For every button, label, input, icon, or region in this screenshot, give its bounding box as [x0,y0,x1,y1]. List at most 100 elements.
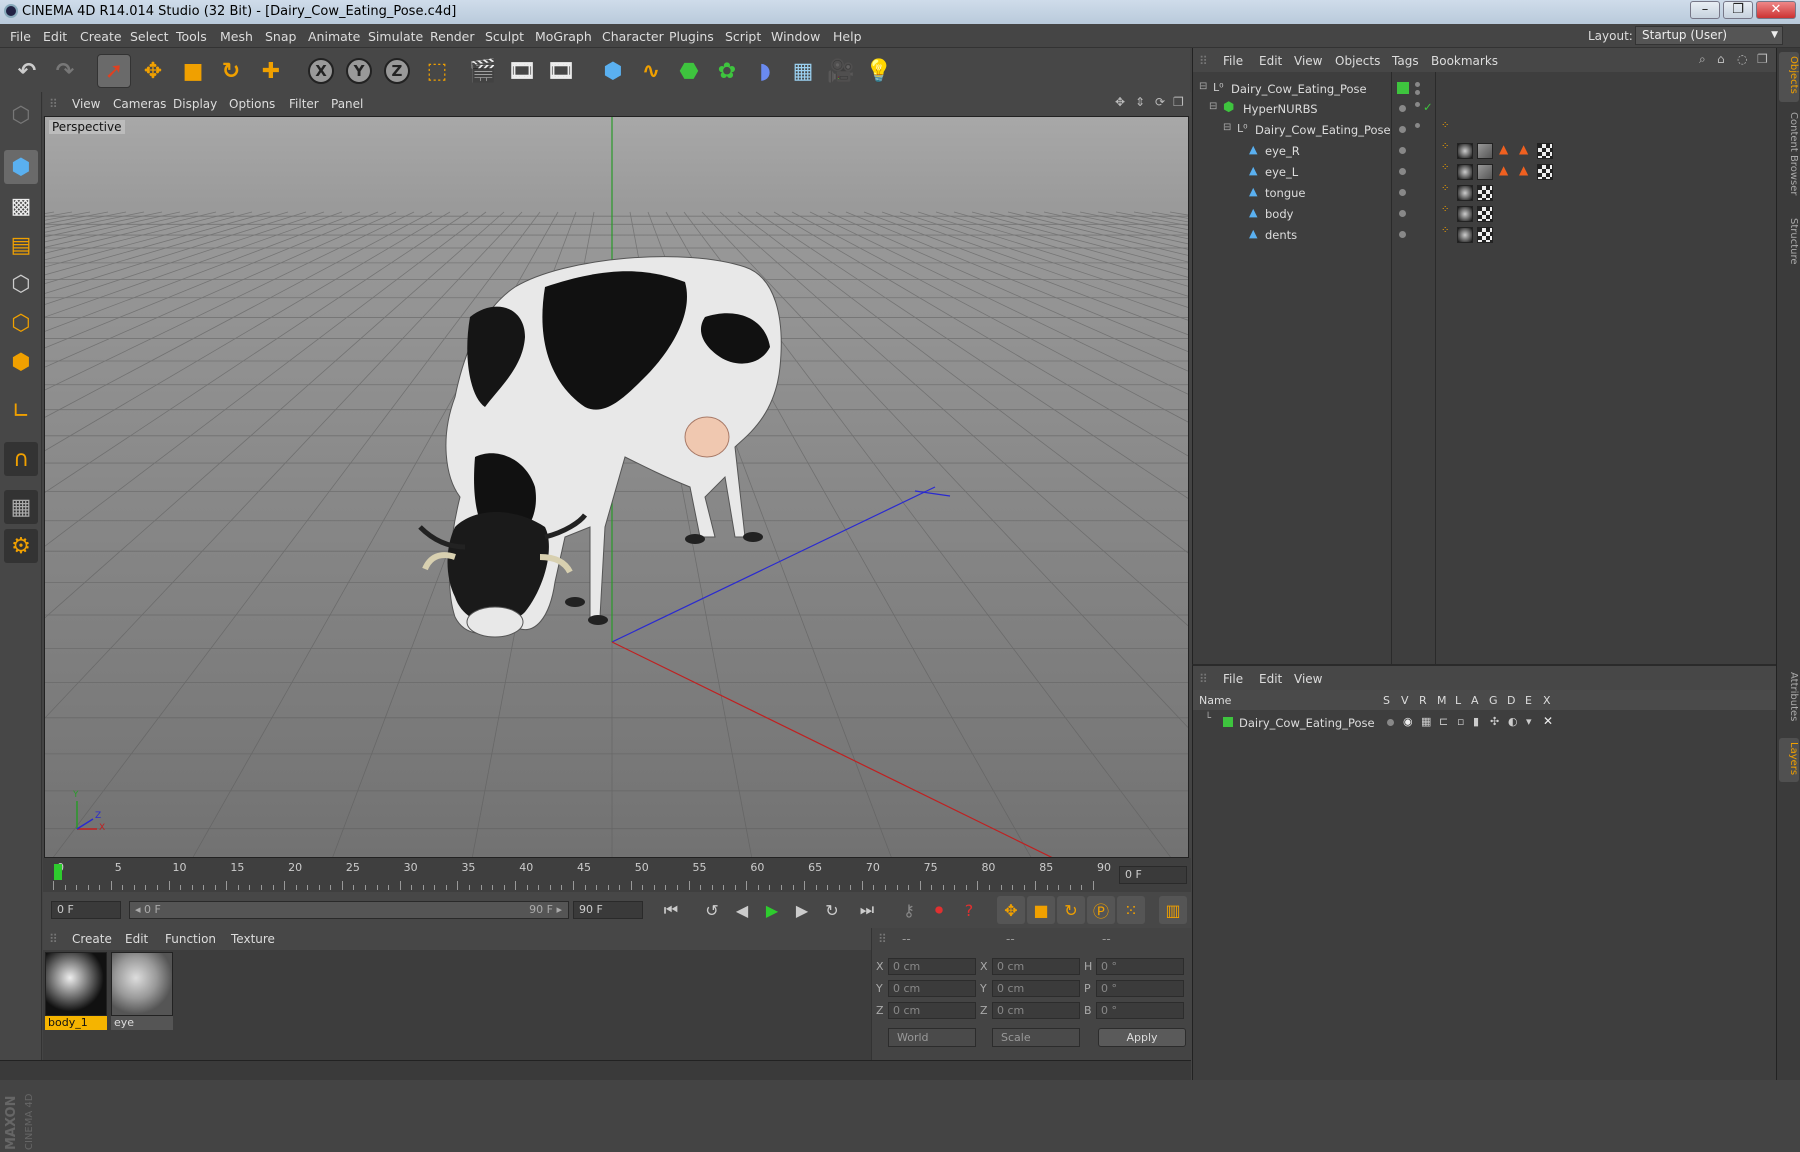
editor-visibility-dot[interactable] [1399,231,1406,238]
objmgr-menu-tags[interactable]: Tags [1392,54,1419,68]
new-window-icon[interactable]: ❐ [1757,52,1768,66]
record-keyframe-button[interactable]: ⚷ [895,896,923,924]
generator-icon[interactable]: ✣ [1490,715,1499,728]
material-menu-create[interactable]: Create [72,932,112,946]
model-mode-button[interactable]: ⬢ [4,150,38,184]
size-mode-dropdown[interactable]: Scale [992,1028,1080,1047]
selection-tag-icon[interactable]: ▲ [1499,142,1508,156]
phong-tag-icon[interactable]: ⁘ [1441,183,1449,194]
snap-button[interactable]: ∩ [4,442,38,476]
uvw-tag-icon[interactable] [1537,143,1553,159]
col-render[interactable]: R [1419,694,1427,707]
col-generators[interactable]: G [1489,694,1498,707]
coordinate-mode-dropdown[interactable]: World [888,1028,976,1047]
key-scale-button[interactable]: ■ [1027,896,1055,924]
timeline-window-button[interactable]: ▥ [1159,896,1187,924]
texture-tag-body-icon[interactable] [1457,143,1473,159]
home-icon[interactable]: ⌂ [1717,52,1725,66]
uvw-tag-icon[interactable] [1477,206,1493,222]
goto-next-key-button[interactable]: ↻ [818,896,846,924]
timeline-playhead[interactable] [54,864,62,880]
frame-range-slider[interactable]: ◂ 0 F 90 F ▸ [129,901,569,919]
points-mode-button[interactable]: ⬡ [4,267,38,301]
phong-tag-icon[interactable]: ⁘ [1441,204,1449,215]
object-row[interactable]: ▲ dents ⁘ [1193,224,1777,245]
menu-mograph[interactable]: MoGraph [535,29,592,44]
object-row[interactable]: ⊟ L⁰ Dairy_Cow_Eating_Pose [1193,78,1777,99]
size-x-field[interactable]: 0 cm [992,958,1080,975]
material-body-1[interactable]: body_1 [45,952,107,1030]
menu-help[interactable]: Help [833,29,862,44]
menu-render[interactable]: Render [430,29,475,44]
col-locked[interactable]: L [1455,694,1461,707]
col-solo[interactable]: S [1383,694,1390,707]
scale-tool-button[interactable]: ■ [176,54,210,88]
texture-tag-eye-icon[interactable] [1477,143,1493,159]
object-row[interactable]: ▲ eye_R ⁘ ▲ ▲ [1193,140,1777,161]
x-axis-lock-button[interactable]: X [304,54,338,88]
objmgr-menu-view[interactable]: View [1294,54,1322,68]
col-expressions[interactable]: E [1525,694,1532,707]
make-editable-button[interactable]: ⬡ [4,98,38,132]
editor-visibility-dot[interactable] [1399,105,1406,112]
selection-tag-icon[interactable]: ▲ [1519,163,1528,177]
col-manager[interactable]: M [1437,694,1447,707]
layer-color-swatch[interactable] [1223,717,1233,727]
object-row[interactable]: ⊟ ⬢ HyperNURBS ✓ [1193,98,1777,119]
undo-button[interactable]: ↶ [10,54,44,88]
maximize-view-icon[interactable]: ❐ [1173,95,1184,109]
position-z-field[interactable]: 0 cm [888,1002,976,1019]
layermgr-menu-view[interactable]: View [1294,672,1322,686]
render-visibility-dot[interactable] [1415,102,1420,107]
rotate-view-icon[interactable]: ⟳ [1155,95,1165,109]
tab-objects[interactable]: Objects [1779,52,1799,102]
keyframe-selection-button[interactable]: ? [955,896,983,924]
xref-icon[interactable]: ✕ [1543,714,1553,728]
collapse-toggle-icon[interactable]: ⊟ [1199,81,1207,92]
add-light-button[interactable]: 💡 [862,54,896,88]
editor-visibility-dot[interactable] [1399,126,1406,133]
add-deformer-button[interactable]: ◗ [748,54,782,88]
col-name[interactable]: Name [1199,694,1231,707]
add-nurbs-button[interactable]: ⬣ [672,54,706,88]
start-frame-field[interactable]: 0 F [51,901,121,919]
col-deformers[interactable]: D [1507,694,1515,707]
tab-layers[interactable]: Layers [1779,738,1799,782]
viewport-menu-panel[interactable]: Panel [331,97,363,111]
material-menu-edit[interactable]: Edit [125,932,148,946]
key-parameter-button[interactable]: Ⓟ [1087,896,1115,924]
layout-dropdown[interactable]: Startup (User) ▼ [1635,26,1783,45]
texture-tag-body-icon[interactable] [1457,206,1473,222]
goto-end-button[interactable]: ⏭ [853,896,881,924]
add-cube-button[interactable]: ⬢ [596,54,630,88]
rotate-tool-button[interactable]: ↻ [214,54,248,88]
position-y-field[interactable]: 0 cm [888,980,976,997]
rotation-h-field[interactable]: 0 ° [1096,958,1184,975]
tab-content-browser[interactable]: Content Browser [1779,108,1799,208]
viewport-menu-display[interactable]: Display [173,97,217,111]
position-x-field[interactable]: 0 cm [888,958,976,975]
goto-previous-key-button[interactable]: ↺ [698,896,726,924]
material-eye[interactable]: eye [111,952,173,1030]
phong-tag-icon[interactable]: ⁘ [1441,225,1449,236]
layer-color-swatch[interactable] [1397,82,1409,94]
key-pla-button[interactable]: ⁙ [1117,896,1145,924]
move-tool-button[interactable]: ✥ [136,54,170,88]
tab-structure[interactable]: Structure [1779,214,1799,274]
editor-visibility-dot[interactable] [1399,189,1406,196]
layermgr-menu-file[interactable]: File [1223,672,1243,686]
coordinate-system-button[interactable]: ⬚ [420,54,454,88]
workplane-lock-button[interactable]: ▦ [4,490,38,524]
manager-tree-icon[interactable]: ⊏ [1439,715,1448,728]
material-menu-function[interactable]: Function [165,932,216,946]
add-array-button[interactable]: ✿ [710,54,744,88]
rotation-b-field[interactable]: 0 ° [1096,1002,1184,1019]
menu-tools[interactable]: Tools [176,29,207,44]
size-y-field[interactable]: 0 cm [992,980,1080,997]
goto-start-button[interactable]: ⏮ [657,896,685,924]
editor-visibility-dot[interactable] [1399,147,1406,154]
menu-plugins[interactable]: Plugins [669,29,714,44]
previous-frame-button[interactable]: ◀ [728,896,756,924]
menu-mesh[interactable]: Mesh [220,29,253,44]
deformer-icon[interactable]: ◐ [1508,715,1518,728]
